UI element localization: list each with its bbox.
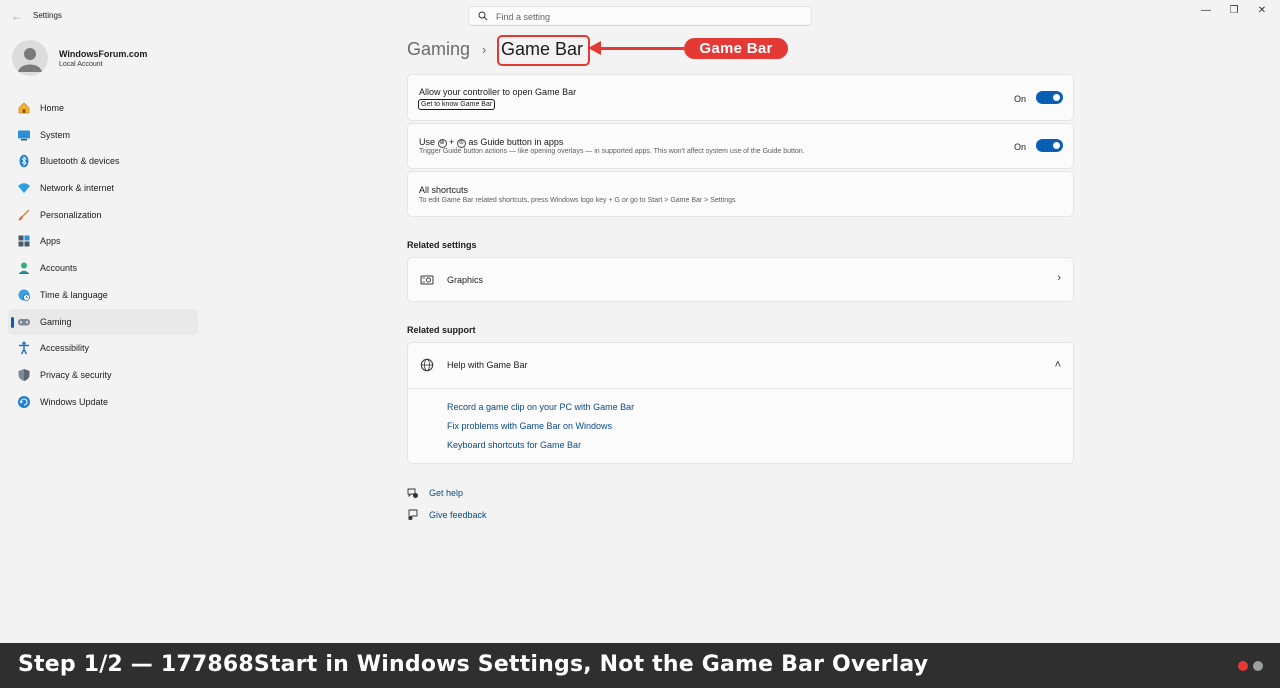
help-icon	[407, 488, 418, 498]
guide-plus: +	[449, 137, 455, 147]
bluetooth-icon	[19, 155, 29, 168]
all-shortcuts-card: All shortcuts To edit Game Bar related s…	[407, 171, 1074, 217]
guide-toggle[interactable]	[1036, 139, 1063, 152]
support-link-record-clip[interactable]: Record a game clip on your PC with Game …	[447, 402, 634, 412]
graphics-row[interactable]: Graphics ›	[407, 257, 1074, 302]
account-name: WindowsForum.com	[59, 49, 148, 59]
annotation-callout: Game Bar	[684, 38, 788, 59]
guide-toggle-label: On	[1014, 142, 1027, 152]
sidebar-item-label: System	[40, 129, 71, 140]
shield-icon	[18, 368, 30, 381]
sidebar-item-accessibility[interactable]: Accessibility	[8, 335, 198, 362]
sidebar-item-label: Personalization	[40, 209, 102, 220]
give-feedback-link[interactable]: Give feedback	[429, 510, 487, 520]
search-input[interactable]: Find a setting	[468, 6, 812, 26]
help-expander-header[interactable]: Help with Game Bar ˄	[408, 343, 1073, 388]
sidebar-item-home[interactable]: Home	[8, 95, 198, 122]
help-expander: Help with Game Bar ˄ Record a game clip …	[407, 342, 1074, 464]
update-icon	[18, 395, 30, 408]
sidebar-item-time-language[interactable]: Time & language	[8, 282, 198, 309]
divider	[408, 388, 1073, 389]
controller-setting-card: Allow your controller to open Game Bar G…	[407, 74, 1074, 121]
sidebar-nav: Home System Bluetooth & devices Network …	[8, 95, 198, 415]
progress-dot	[1253, 661, 1263, 671]
account-type: Local Account	[59, 61, 103, 68]
back-arrow-icon[interactable]: ←	[8, 8, 26, 24]
sidebar-item-label: Network & internet	[40, 183, 115, 194]
highlight-box	[497, 35, 590, 66]
guide-title-pre: Use	[419, 137, 436, 147]
graphics-label: Graphics	[447, 275, 484, 285]
gamepad-icon	[18, 318, 30, 325]
sidebar-item-network[interactable]: Network & internet	[8, 175, 198, 202]
app-title: Settings	[33, 11, 62, 20]
sidebar-item-label: Time & language	[40, 289, 108, 300]
search-icon	[478, 11, 488, 21]
globe-icon	[420, 358, 434, 372]
maximize-button[interactable]: ❐	[1226, 4, 1242, 18]
sidebar-item-label: Privacy & security	[40, 369, 112, 380]
globe-clock-icon	[18, 289, 30, 301]
home-icon	[18, 102, 30, 114]
support-link-fix-problems[interactable]: Fix problems with Game Bar on Windows	[447, 421, 612, 431]
graphics-card-icon	[420, 275, 434, 285]
related-support-heading: Related support	[407, 325, 476, 335]
step-banner: Step 1/2 — 177868Start in Windows Settin…	[0, 643, 1280, 688]
close-button[interactable]: ✕	[1254, 4, 1270, 18]
chevron-up-icon: ˄	[1054, 359, 1061, 371]
support-link-keyboard-shortcuts[interactable]: Keyboard shortcuts for Game Bar	[447, 440, 581, 450]
guide-setting-card: Use ⊛ + ⊜ as Guide button in apps Trigge…	[407, 123, 1074, 169]
network-icon	[18, 183, 30, 194]
controller-setting-title: Allow your controller to open Game Bar	[419, 87, 577, 97]
brush-icon	[18, 209, 30, 221]
sidebar-item-label: Windows Update	[40, 396, 109, 407]
sidebar-item-label: Bluetooth & devices	[40, 156, 120, 167]
sidebar-item-label: Gaming	[40, 316, 72, 327]
sidebar-item-label: Accessibility	[40, 343, 90, 354]
sidebar-item-label: Apps	[40, 236, 61, 247]
sidebar-item-windows-update[interactable]: Windows Update	[8, 389, 198, 416]
help-title: Help with Game Bar	[447, 360, 528, 370]
sidebar-item-apps[interactable]: Apps	[8, 228, 198, 255]
sidebar-item-accounts[interactable]: Accounts	[8, 255, 198, 282]
minimize-button[interactable]: —	[1198, 4, 1214, 18]
guide-title-post: as Guide button in apps	[468, 137, 564, 147]
sidebar-item-gaming[interactable]: Gaming	[8, 308, 198, 336]
sidebar-item-system[interactable]: System	[8, 122, 198, 149]
user-icon	[18, 48, 42, 72]
all-shortcuts-description: To edit Game Bar related shortcuts, pres…	[419, 197, 736, 204]
get-to-know-link[interactable]: Get to know Game Bar	[418, 99, 496, 110]
controller-toggle[interactable]	[1036, 91, 1063, 104]
sidebar-item-bluetooth[interactable]: Bluetooth & devices	[8, 148, 198, 175]
accounts-icon	[18, 262, 30, 275]
guide-setting-description: Trigger Guide button actions — like open…	[419, 148, 805, 155]
annotation-arrow-icon	[588, 41, 601, 55]
breadcrumb-parent[interactable]: Gaming	[407, 39, 470, 60]
controller-toggle-label: On	[1014, 94, 1027, 104]
system-icon	[18, 130, 30, 141]
avatar	[12, 40, 48, 76]
chevron-right-icon: ›	[1057, 272, 1061, 284]
get-help-link[interactable]: Get help	[429, 488, 463, 498]
breadcrumb-separator-icon: ›	[482, 42, 487, 57]
annotation-arrow-line	[600, 47, 684, 50]
title-bar: ← Settings Find a setting — ❐ ✕	[0, 0, 1280, 32]
related-settings-heading: Related settings	[407, 240, 477, 250]
guide-setting-title: Use ⊛ + ⊜ as Guide button in apps	[419, 137, 563, 148]
guide-button-icon: ⊛	[437, 139, 447, 148]
progress-dot-active	[1238, 661, 1248, 671]
sidebar-item-privacy[interactable]: Privacy & security	[8, 362, 198, 389]
sidebar-item-label: Accounts	[40, 263, 78, 274]
menu-button-icon: ⊜	[456, 139, 466, 148]
search-placeholder: Find a setting	[496, 12, 551, 22]
feedback-icon	[408, 509, 418, 521]
apps-icon	[18, 235, 30, 247]
step-banner-text: Step 1/2 — 177868Start in Windows Settin…	[18, 652, 929, 677]
sidebar-item-label: Home	[40, 103, 65, 113]
sidebar-item-personalization[interactable]: Personalization	[8, 202, 198, 229]
accessibility-icon	[19, 341, 29, 355]
all-shortcuts-title: All shortcuts	[419, 185, 469, 195]
